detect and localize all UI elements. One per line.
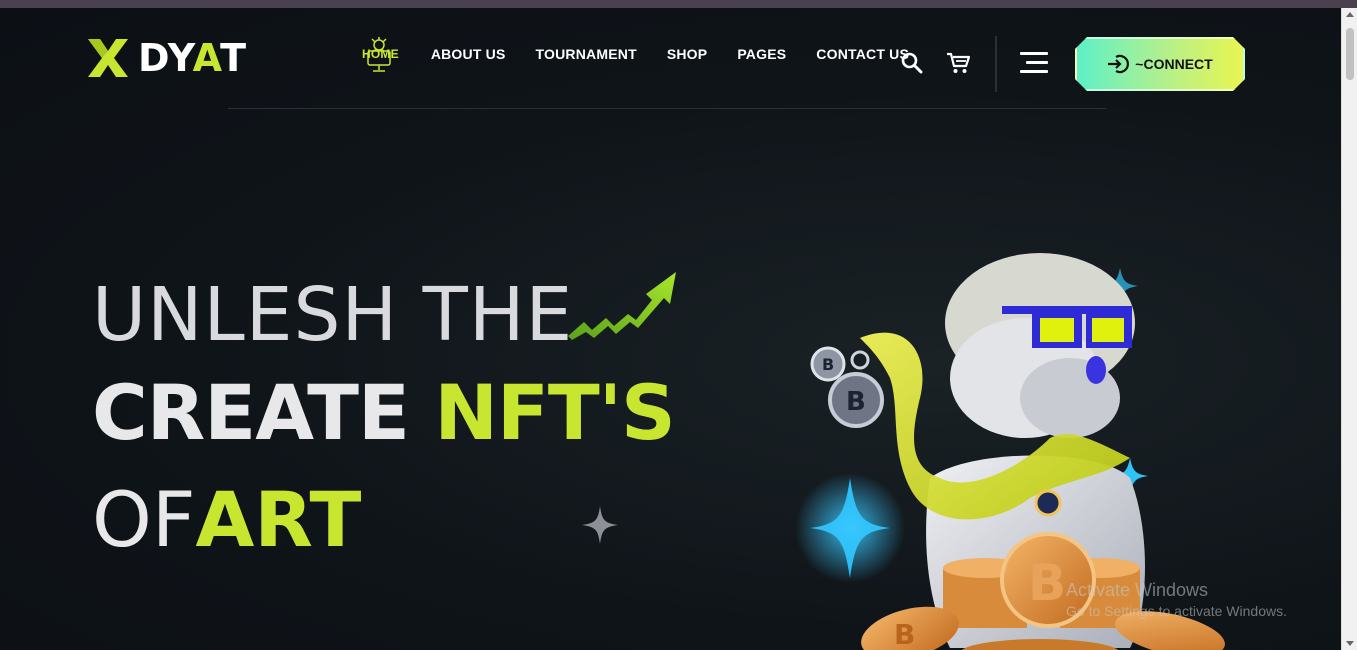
page-viewport: DYAT HOME ABOUT US TOURNAMENT SHOP PAGES… — [0, 8, 1341, 650]
logo-wordmark: DYAT — [138, 36, 248, 80]
nav-item-pages[interactable]: PAGES — [737, 46, 786, 62]
rising-arrow-icon — [568, 272, 676, 340]
nav-item-about-us[interactable]: ABOUT US — [431, 46, 506, 62]
hero-line-2: CREATE NFT'S — [92, 368, 676, 457]
svg-text:B: B — [894, 618, 915, 650]
header-divider — [995, 36, 997, 92]
nav-item-home[interactable]: HOME — [362, 37, 399, 72]
sparkle-icon — [582, 506, 618, 544]
login-arrow-icon — [1107, 53, 1129, 75]
page-scrollbar[interactable] — [1341, 8, 1357, 650]
scrollbar-thumb[interactable] — [1346, 28, 1354, 80]
search-icon[interactable] — [901, 52, 923, 74]
nav-item-contact-us[interactable]: CONTACT US — [816, 46, 909, 62]
nav-underline — [228, 108, 1106, 109]
nav-item-shop[interactable]: SHOP — [667, 46, 707, 62]
logo-x-icon — [88, 39, 128, 77]
svg-text:B: B — [846, 387, 866, 417]
nav-item-tournament[interactable]: TOURNAMENT — [536, 46, 637, 62]
cart-icon[interactable] — [946, 52, 970, 74]
scroll-down-arrow-icon[interactable] — [1346, 641, 1354, 646]
home-robot-icon — [367, 37, 391, 72]
scroll-up-arrow-icon[interactable] — [1346, 12, 1354, 17]
watermark-subtitle: Go to Settings to activate Windows. — [1066, 603, 1287, 619]
connect-label: ~CONNECT — [1135, 56, 1213, 72]
site-logo[interactable]: DYAT — [88, 36, 247, 80]
watermark-title: Activate Windows — [1066, 580, 1209, 600]
svg-text:B: B — [822, 355, 834, 374]
hamburger-menu-icon[interactable] — [1020, 52, 1050, 76]
windows-activation-watermark: Activate Windows Go to Settings to activ… — [1066, 580, 1287, 619]
browser-top-strip — [0, 0, 1357, 8]
connect-button[interactable]: ~CONNECT — [1075, 37, 1245, 91]
main-nav: HOME ABOUT US TOURNAMENT SHOP PAGES CONT… — [362, 37, 939, 72]
svg-text:B: B — [1028, 554, 1066, 612]
